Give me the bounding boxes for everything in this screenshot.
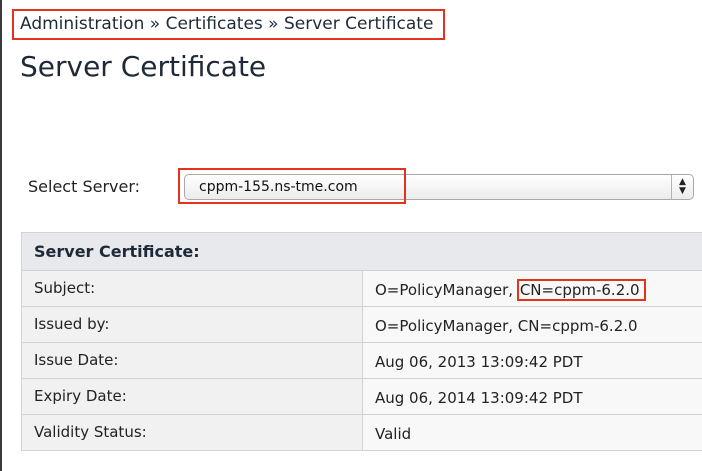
issue-date-value: Aug 06, 2013 13:09:42 PDT	[362, 342, 702, 379]
page-frame: Administration » Certificates » Server C…	[0, 0, 702, 471]
subject-cn-highlight: CN=cppm-6.2.0	[516, 279, 646, 301]
select-server-label: Select Server:	[28, 177, 141, 196]
page-title: Server Certificate	[20, 50, 267, 83]
server-select-dropdown[interactable]: cppm-155.ns-tme.com ▲ ▼	[184, 174, 694, 200]
table-row-subject: Subject: O=PolicyManager, CN=cppm-6.2.0	[21, 270, 702, 307]
table-row-issued-by: Issued by: O=PolicyManager, CN=cppm-6.2.…	[21, 306, 702, 343]
subject-label: Subject:	[21, 270, 363, 307]
subject-value: O=PolicyManager, CN=cppm-6.2.0	[362, 270, 702, 307]
certificate-section-title: Server Certificate:	[21, 232, 702, 271]
subject-value-prefix: O=PolicyManager,	[375, 281, 518, 299]
table-row-validity-status: Validity Status: Valid	[21, 414, 702, 451]
table-row-issue-date: Issue Date: Aug 06, 2013 13:09:42 PDT	[21, 342, 702, 379]
chevron-up-down-icon: ▲ ▼	[671, 175, 693, 199]
server-certificate-table: Server Certificate: Subject: O=PolicyMan…	[21, 232, 702, 451]
issue-date-label: Issue Date:	[21, 342, 363, 379]
table-header-row: Server Certificate:	[21, 232, 702, 271]
expiry-date-value: Aug 06, 2014 13:09:42 PDT	[362, 378, 702, 415]
validity-status-label: Validity Status:	[21, 414, 363, 451]
breadcrumb[interactable]: Administration » Certificates » Server C…	[12, 9, 446, 40]
validity-status-value: Valid	[362, 414, 702, 451]
expiry-date-label: Expiry Date:	[21, 378, 363, 415]
issued-by-label: Issued by:	[21, 306, 363, 343]
issued-by-value: O=PolicyManager, CN=cppm-6.2.0	[362, 306, 702, 343]
table-row-expiry-date: Expiry Date: Aug 06, 2014 13:09:42 PDT	[21, 378, 702, 415]
server-select-value: cppm-155.ns-tme.com	[199, 179, 358, 195]
